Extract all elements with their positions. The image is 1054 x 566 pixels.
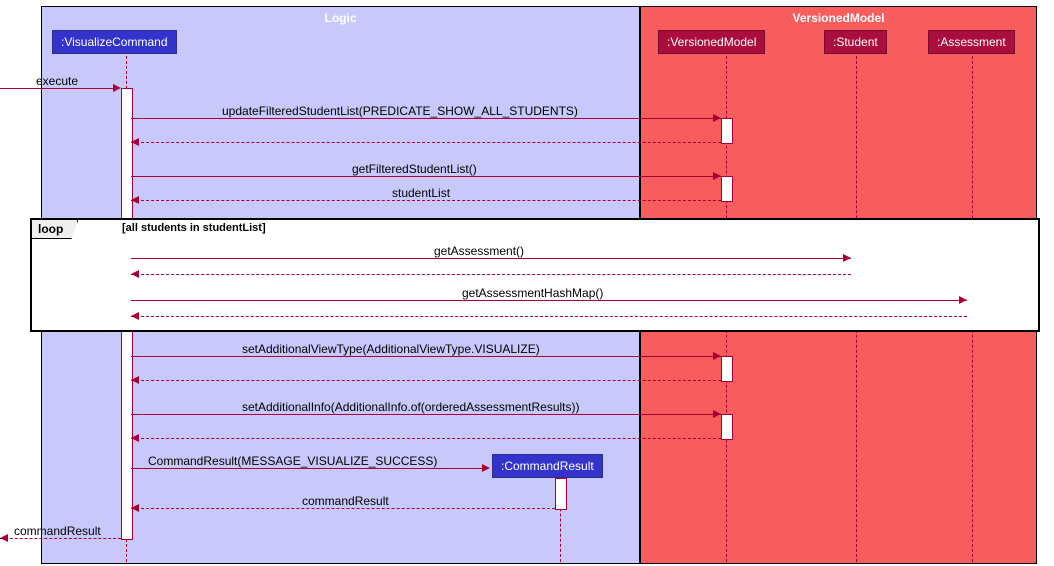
arrow-get-hashmap (131, 300, 967, 301)
arrowhead-ret-cmdres (131, 504, 139, 512)
loop-guard: [all students in studentList] (122, 222, 266, 234)
group-logic-title: Logic (42, 11, 639, 25)
activation-commandresult (555, 478, 567, 510)
arrow-set-viewtype (131, 356, 721, 357)
arrowhead-set-viewtype (713, 352, 721, 360)
msg-set-viewtype: setAdditionalViewType(AdditionalViewType… (242, 342, 540, 356)
return-set-info (131, 438, 721, 439)
participant-student: :Student (824, 30, 887, 54)
arrow-new-cmdres (131, 468, 485, 469)
msg-get-hashmap: getAssessmentHashMap() (462, 286, 603, 300)
arrowhead-get-assessment-return (131, 270, 139, 278)
arrowhead-get-hashmap (959, 296, 967, 304)
arrow-get-filtered (131, 176, 721, 177)
arrowhead-update-filtered-return (131, 138, 139, 146)
msg-get-filtered: getFilteredStudentList() (352, 162, 477, 176)
participant-assessment: :Assessment (928, 30, 1015, 54)
arrowhead-set-info (713, 410, 721, 418)
msg-ret-cmdres: commandResult (302, 494, 389, 508)
arrowhead-execute (113, 84, 121, 92)
return-cmdres (131, 508, 555, 509)
return-get-hashmap (131, 316, 967, 317)
return-get-assessment (131, 274, 851, 275)
participant-versioned-model: :VersionedModel (658, 30, 765, 54)
arrow-execute (0, 88, 115, 89)
arrowhead-set-viewtype-return (131, 376, 139, 384)
participant-visualize-command: :VisualizeCommand (52, 30, 177, 54)
msg-set-info: setAdditionalInfo(AdditionalInfo.of(orde… (242, 400, 580, 414)
return-update-filtered (131, 142, 721, 143)
return-student-list (131, 200, 721, 201)
msg-update-filtered: updateFilteredStudentList(PREDICATE_SHOW… (222, 104, 578, 118)
arrow-update-filtered (131, 118, 721, 119)
msg-execute: execute (36, 74, 78, 88)
arrowhead-get-hashmap-return (131, 312, 139, 320)
arrowhead-set-info-return (131, 434, 139, 442)
arrowhead-get-assessment (843, 254, 851, 262)
participant-command-result: :CommandResult (492, 454, 603, 478)
msg-new-cmdres: CommandResult(MESSAGE_VISUALIZE_SUCCESS) (148, 454, 437, 468)
activation-versioned-3 (721, 356, 733, 382)
msg-ret-cmdres-out: commandResult (14, 524, 101, 538)
arrowhead-get-filtered (713, 172, 721, 180)
loop-frame: loop [all students in studentList] (30, 218, 1040, 332)
arrow-get-assessment (131, 258, 851, 259)
msg-student-list: studentList (392, 186, 450, 200)
arrow-set-info (131, 414, 721, 415)
return-cmdres-out (0, 538, 121, 539)
arrowhead-new-cmdres (482, 464, 490, 472)
activation-versioned-4 (721, 414, 733, 440)
arrowhead-update-filtered (713, 114, 721, 122)
loop-tag: loop (32, 220, 78, 239)
group-model-title: VersionedModel (641, 11, 1036, 25)
activation-versioned-1 (721, 118, 733, 144)
activation-versioned-2 (721, 176, 733, 202)
msg-get-assessment: getAssessment() (434, 244, 524, 258)
arrowhead-ret-cmdres-out (0, 534, 8, 542)
arrowhead-student-list (131, 196, 139, 204)
return-set-viewtype (131, 380, 721, 381)
